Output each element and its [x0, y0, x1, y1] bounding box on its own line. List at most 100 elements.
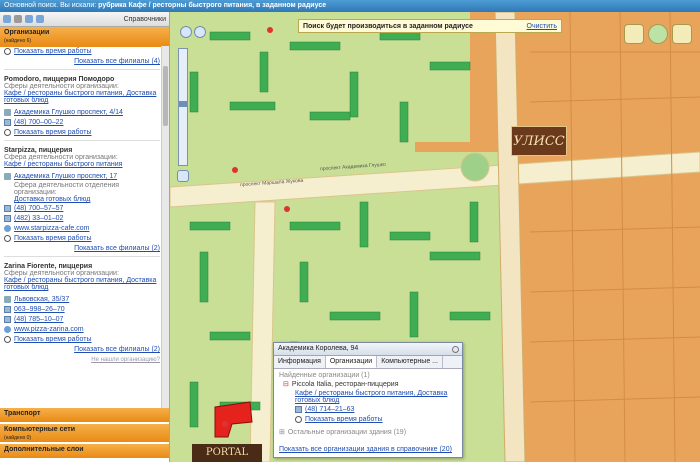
hours-link[interactable]: Показать время работы: [14, 128, 92, 137]
popup-phone-link[interactable]: (48) 714–21–63: [305, 405, 354, 414]
phone-icon: [4, 215, 11, 222]
activity-links[interactable]: Кафе / рестораны быстрого питания: [4, 161, 160, 168]
popup-tabs: Информация Организации Компьютерные ...: [274, 356, 462, 369]
ruler-tool-button[interactable]: [624, 24, 644, 44]
phone-icon: [4, 316, 11, 323]
computer-networks-section[interactable]: Компьютерные сети (найдено 0): [0, 424, 169, 442]
list-item: Pomodoro, пиццерия Помодоро Сферы деятел…: [4, 76, 160, 137]
popup-org-activities[interactable]: Кафе / рестораны быстрого питания, Доста…: [279, 390, 457, 404]
pan-left-icon[interactable]: [180, 26, 192, 38]
results-scrollbar[interactable]: [161, 46, 169, 420]
expand-icon[interactable]: ⊞: [279, 428, 285, 437]
web-icon: [4, 225, 11, 232]
forward-icon[interactable]: [14, 15, 22, 23]
phone-link[interactable]: (482) 33–01–02: [14, 214, 63, 223]
org-name[interactable]: Pomodoro, пиццерия Помодоро: [4, 76, 160, 83]
clear-search-link[interactable]: Очистить: [527, 23, 561, 30]
zoom-slider[interactable]: [178, 48, 188, 166]
hours-link[interactable]: Показать время работы: [14, 234, 92, 243]
collapse-icon[interactable]: ⊟: [283, 380, 289, 389]
results-list: Показать время работы Показать все филиа…: [0, 46, 169, 420]
tab-organizations[interactable]: Организации: [325, 356, 378, 368]
search-zoom-icon[interactable]: [177, 170, 189, 182]
building-icon: [4, 109, 11, 116]
popup-header: Академика Королева, 94: [274, 343, 462, 356]
map-layers-button[interactable]: [672, 24, 692, 44]
building-icon: [4, 173, 11, 180]
section-title: Транспорт: [4, 410, 41, 417]
activity-label: Сферы деятельности организации:: [4, 83, 119, 90]
show-branches-link[interactable]: Показать все филиалы (2): [74, 245, 160, 252]
address-link[interactable]: Академика Глушко проспект, 17: [14, 172, 117, 181]
org-name[interactable]: Zarina Fiorente, пиццерия: [4, 263, 160, 270]
section-title: Дополнительные слои: [4, 446, 84, 453]
divider: [4, 69, 160, 70]
tab-computer-networks[interactable]: Компьютерные ...: [377, 356, 444, 368]
activity-links[interactable]: Кафе / рестораны быстрого питания, Доста…: [4, 277, 160, 291]
list-item: Starpizza, пиццерия Сфера деятельности о…: [4, 147, 160, 252]
section-count: (найдено 0): [4, 435, 32, 441]
radius-tool-button[interactable]: [648, 24, 668, 44]
building-popup: Академика Королева, 94 Информация Органи…: [273, 342, 463, 458]
layout-icon[interactable]: [36, 15, 44, 23]
show-branches-link[interactable]: Показать все филиалы (2): [74, 346, 160, 353]
popup-address: Академика Королева, 94: [278, 345, 359, 352]
website-link[interactable]: www.pizza-zarina.com: [14, 325, 84, 334]
clock-icon: [4, 48, 11, 55]
clock-icon: [4, 336, 11, 343]
not-found-link[interactable]: Не нашли организацию?: [91, 357, 160, 363]
portal-logo: PORTAL: [192, 444, 262, 462]
phone-icon: [4, 119, 11, 126]
address-link[interactable]: Львовская, 35/37: [14, 295, 69, 304]
back-icon[interactable]: [3, 15, 11, 23]
pan-right-icon[interactable]: [194, 26, 206, 38]
clock-icon: [295, 416, 302, 423]
zoom-knob[interactable]: [179, 101, 187, 107]
address-link[interactable]: Академика Глушко проспект, 4/14: [14, 108, 123, 117]
search-notice-text: Поиск будет производиться в заданном рад…: [303, 22, 473, 30]
phone-link[interactable]: (48) 785–10–07: [14, 315, 63, 324]
popup-hours-link[interactable]: Показать время работы: [305, 415, 383, 424]
clock-icon: [4, 235, 11, 242]
organizations-count: (найдено 6): [4, 38, 32, 44]
street-road: [249, 201, 276, 462]
phone-icon: [295, 406, 302, 413]
phone-link[interactable]: (48) 700–57–57: [14, 204, 63, 213]
org-name[interactable]: Starpizza, пиццерия: [4, 147, 160, 154]
list-item: Zarina Fiorente, пиццерия Сферы деятельн…: [4, 263, 160, 353]
scrollbar-thumb[interactable]: [163, 66, 168, 126]
left-panel: Справочники Организации (найдено 6) Пока…: [0, 12, 170, 462]
organizations-section-header[interactable]: Организации (найдено 6): [0, 27, 169, 47]
show-all-orgs-link[interactable]: Показать все организации здания в справо…: [279, 446, 452, 453]
web-icon: [4, 326, 11, 333]
top-show-branches-link[interactable]: Показать все филиалы (4): [74, 58, 160, 65]
activity-links[interactable]: Кафе / рестораны быстрого питания, Доста…: [4, 90, 160, 104]
branch-activity-link[interactable]: Доставка готовых блюд: [4, 196, 160, 203]
tab-info[interactable]: Информация: [274, 356, 326, 368]
radius-search-notice: Поиск будет производиться в заданном рад…: [298, 19, 562, 33]
ulis-logo: УЛИСС: [511, 126, 567, 156]
divider: [4, 140, 160, 141]
transport-section[interactable]: Транспорт: [0, 408, 169, 422]
window-title-bar: Основной поиск. Вы искали: рубрика Кафе …: [0, 0, 700, 12]
clock-icon: [4, 129, 11, 136]
phone-link[interactable]: 063–998–26–70: [14, 305, 65, 314]
divider: [4, 256, 160, 257]
extra-layers-section[interactable]: Дополнительные слои: [0, 444, 169, 458]
roundabout: [460, 152, 490, 182]
activity-label: Сферы деятельности организации:: [4, 270, 119, 277]
hours-link[interactable]: Показать время работы: [14, 335, 92, 344]
phone-link[interactable]: (48) 700–00–22: [14, 118, 63, 127]
left-toolbar: Справочники: [0, 12, 169, 27]
website-link[interactable]: www.starpizza-cafe.com: [14, 224, 89, 233]
phone-icon: [4, 205, 11, 212]
close-icon[interactable]: [452, 346, 459, 353]
reference-menu[interactable]: Справочники: [124, 16, 166, 23]
organizations-title: Организации: [4, 29, 50, 36]
other-orgs-label[interactable]: Остальные организации здания (19): [288, 428, 406, 437]
popup-org-name[interactable]: Piccola Italia, ресторан-пиццерия: [292, 380, 399, 389]
print-icon[interactable]: [25, 15, 33, 23]
branch-activity-label: Сфера деятельности отделения организации…: [14, 182, 120, 196]
top-hours-link[interactable]: Показать время работы: [14, 47, 92, 56]
found-orgs-label: Найденные организации (1): [279, 372, 370, 379]
